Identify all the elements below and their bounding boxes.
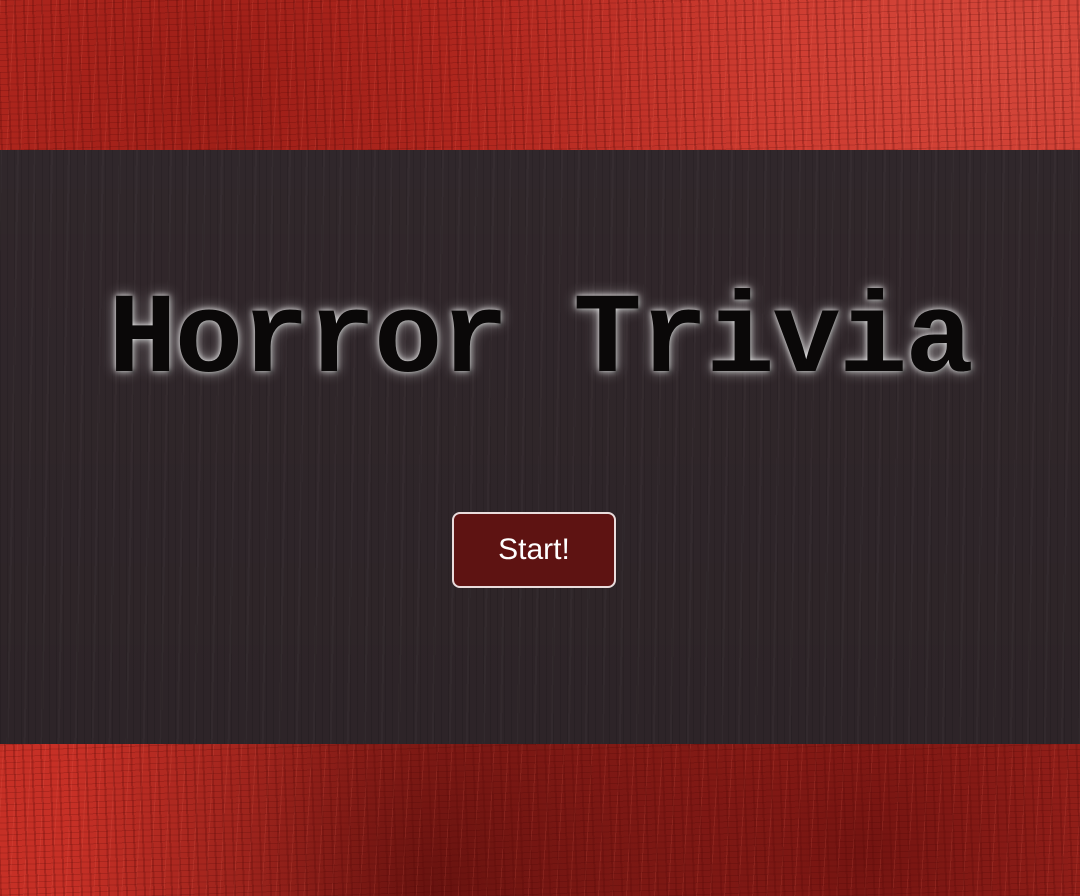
content-panel: Horror Trivia Start! — [0, 150, 1080, 744]
page-title: Horror Trivia — [108, 277, 973, 406]
page-background: { "title": "Horror Trivia", "start_butto… — [0, 0, 1080, 896]
start-button[interactable]: Start! — [452, 512, 616, 588]
